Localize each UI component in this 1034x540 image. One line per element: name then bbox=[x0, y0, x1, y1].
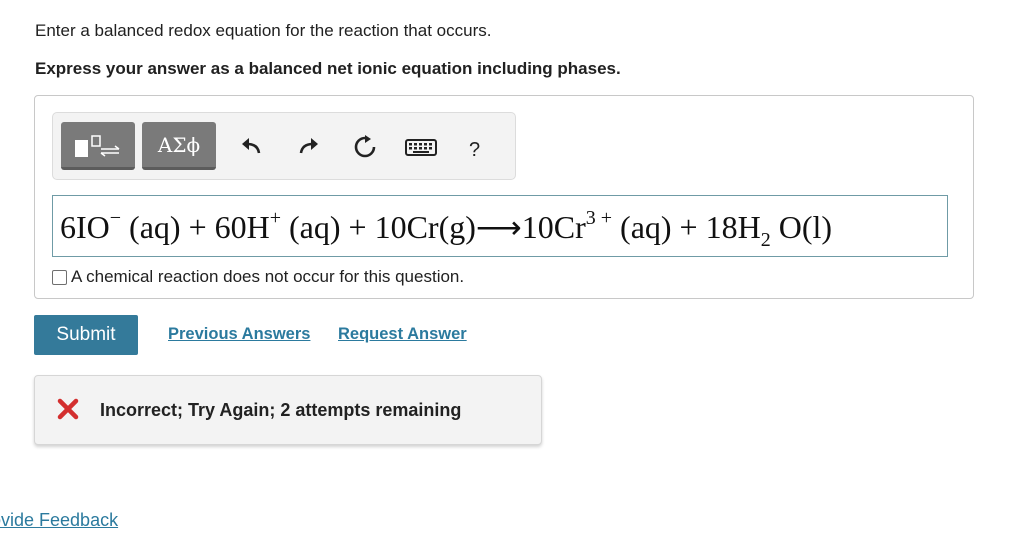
no-reaction-label: A chemical reaction does not occur for t… bbox=[71, 267, 465, 286]
symbols-button[interactable]: ΑΣϕ bbox=[142, 122, 216, 170]
submit-button[interactable]: Submit bbox=[34, 315, 138, 355]
reset-icon[interactable] bbox=[353, 135, 377, 159]
incorrect-x-icon bbox=[57, 398, 79, 420]
provide-feedback-link[interactable]: ovide Feedback bbox=[0, 510, 118, 531]
templates-button[interactable] bbox=[61, 122, 135, 170]
eq-coef-iodate: 6IO bbox=[60, 209, 110, 245]
feedback-panel: Incorrect; Try Again; 2 attempts remaini… bbox=[34, 375, 542, 445]
help-button[interactable]: ? bbox=[469, 139, 480, 162]
redo-icon[interactable] bbox=[297, 135, 321, 159]
eq-sub-h2: 2 bbox=[760, 229, 771, 251]
math-toolbar: ΑΣϕ ? bbox=[52, 112, 516, 180]
feedback-message: Incorrect; Try Again; 2 attempts remaini… bbox=[100, 400, 462, 420]
undo-icon[interactable] bbox=[239, 135, 263, 159]
eq-charge-cr: 3 + bbox=[585, 207, 613, 229]
eq-charge-iodate: − bbox=[109, 207, 122, 229]
previous-answers-link[interactable]: Previous Answers bbox=[168, 325, 310, 344]
equation-input[interactable]: 6IO− (aq) + 60H+ (aq) + 10Cr(g)⟶10Cr3 + … bbox=[52, 195, 948, 257]
no-reaction-checkbox[interactable] bbox=[52, 269, 67, 285]
keyboard-icon[interactable] bbox=[405, 135, 437, 159]
eq-part-3: (aq) + 10Cr(g)⟶10Cr bbox=[281, 209, 586, 245]
no-reaction-option[interactable]: A chemical reaction does not occur for t… bbox=[52, 267, 464, 287]
eq-part-4: (aq) + 18H bbox=[612, 209, 761, 245]
templates-icon bbox=[75, 134, 120, 157]
request-answer-link[interactable]: Request Answer bbox=[338, 325, 467, 344]
question-instruction: Express your answer as a balanced net io… bbox=[35, 59, 621, 78]
eq-charge-h: + bbox=[269, 207, 281, 229]
eq-part-2: (aq) + 60H bbox=[121, 209, 270, 245]
eq-part-5: O(l) bbox=[770, 209, 833, 245]
question-prompt: Enter a balanced redox equation for the … bbox=[35, 21, 492, 40]
